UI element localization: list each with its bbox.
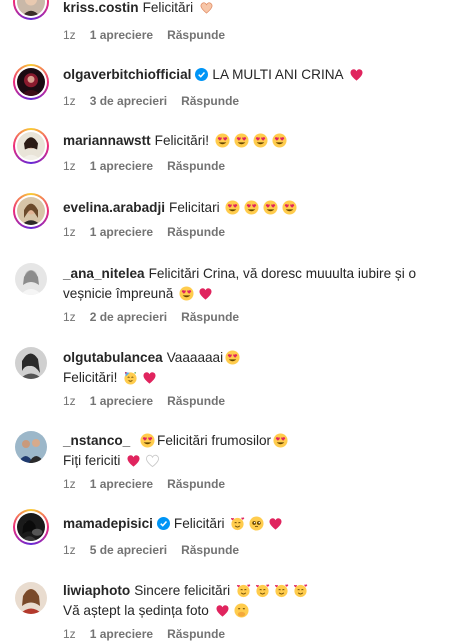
heart-hands-icon (199, 0, 214, 15)
red-heart-icon (126, 453, 141, 468)
heart-eyes-icon (140, 433, 155, 448)
comment-time[interactable]: 1z (63, 394, 76, 408)
likes-count[interactable]: 1 apreciere (90, 225, 153, 239)
comment-text-line-2: Fiți fericiti (63, 453, 121, 468)
comment-time[interactable]: 1z (63, 28, 76, 42)
avatar[interactable] (13, 193, 49, 229)
red-heart-icon (349, 67, 364, 82)
comment-text: LA MULTI ANI CRINA (212, 67, 343, 82)
likes-count[interactable]: 1 apreciere (90, 28, 153, 42)
comment-time[interactable]: 1z (63, 477, 76, 491)
smiling-face-with-hearts-icon (236, 583, 251, 598)
likes-count[interactable]: 5 de aprecieri (90, 543, 167, 557)
avatar[interactable] (13, 64, 49, 100)
comment-meta: 1z 1 apreciere Răspunde (63, 393, 239, 409)
username[interactable]: _nstanco_ (63, 433, 130, 448)
likes-count[interactable]: 1 apreciere (90, 159, 153, 173)
comment-text: Felicitări (173, 516, 225, 531)
comment-meta: 1z 1 apreciere Răspunde (63, 626, 239, 642)
comment-meta: 1z 2 de aprecieri Răspunde (63, 309, 253, 325)
comment-text: Vaaaaaai (166, 350, 224, 365)
likes-count[interactable]: 2 de aprecieri (90, 310, 167, 324)
smiling-face-with-hearts-icon (255, 583, 270, 598)
likes-count[interactable]: 1 apreciere (90, 477, 153, 491)
heart-eyes-icon (215, 133, 230, 148)
heart-eyes-icon (225, 200, 240, 215)
comment-text: Sincere felicitări (134, 583, 231, 598)
verified-badge-icon (195, 67, 209, 81)
avatar[interactable] (13, 429, 49, 465)
reply-button[interactable]: Răspunde (167, 627, 225, 641)
comment-text-line-2: Vă aștept la ședința foto (63, 603, 209, 618)
likes-count[interactable]: 3 de aprecieri (90, 94, 167, 108)
comment-text-line-2: veșnicie împreună (63, 286, 174, 301)
comment-time[interactable]: 1z (63, 627, 76, 641)
reply-button[interactable]: Răspunde (181, 94, 239, 108)
username[interactable]: mamadepisici (63, 516, 153, 531)
username[interactable]: evelina.arabadji (63, 200, 165, 215)
comment-time[interactable]: 1z (63, 225, 76, 239)
comment-text: Felicitări Crina, vă doresc muuulta iubi… (148, 266, 417, 281)
comment-meta: 1z 1 apreciere Răspunde (63, 27, 239, 43)
heart-eyes-icon (179, 286, 194, 301)
smiling-face-with-hearts-icon (274, 583, 289, 598)
comment-text: Felicitări frumosilor (157, 433, 272, 448)
comment-text-line-2: Felicitări! (63, 370, 118, 385)
reply-button[interactable]: Răspunde (181, 543, 239, 557)
red-heart-icon (268, 516, 283, 531)
comment-time[interactable]: 1z (63, 543, 76, 557)
username[interactable]: olgaverbitchiofficial (63, 67, 191, 82)
comment-time[interactable]: 1z (63, 310, 76, 324)
red-heart-icon (198, 286, 213, 301)
comment-meta: 1z 3 de aprecieri Răspunde (63, 93, 253, 109)
heart-eyes-icon (282, 200, 297, 215)
username[interactable]: mariannawstt (63, 133, 151, 148)
comment-text: Felicitări (142, 0, 194, 15)
avatar[interactable] (13, 509, 49, 545)
avatar[interactable] (13, 580, 49, 616)
avatar[interactable] (13, 261, 49, 297)
party-face-icon (123, 370, 138, 385)
comment-time[interactable]: 1z (63, 159, 76, 173)
reply-button[interactable]: Răspunde (167, 159, 225, 173)
face-with-hand-over-mouth-icon (234, 603, 249, 618)
avatar[interactable] (13, 0, 49, 20)
comment-text: Felicitari (169, 200, 220, 215)
username[interactable]: liwiaphoto (63, 583, 130, 598)
username[interactable]: kriss.costin (63, 0, 139, 15)
red-heart-icon (142, 370, 157, 385)
comment-meta: 1z 5 de aprecieri Răspunde (63, 542, 253, 558)
avatar[interactable] (13, 128, 49, 164)
heart-eyes-icon (234, 133, 249, 148)
likes-count[interactable]: 1 apreciere (90, 394, 153, 408)
white-heart-icon (145, 453, 160, 468)
reply-button[interactable]: Răspunde (167, 394, 225, 408)
heart-eyes-icon (253, 133, 268, 148)
heart-eyes-icon (225, 350, 240, 365)
avatar[interactable] (13, 345, 49, 381)
reply-button[interactable]: Răspunde (167, 28, 225, 42)
smiling-face-with-hearts-icon (293, 583, 308, 598)
heart-eyes-icon (263, 200, 278, 215)
red-heart-icon (215, 603, 230, 618)
heart-eyes-icon (273, 433, 288, 448)
username[interactable]: _ana_nitelea (63, 266, 145, 281)
username[interactable]: olgutabulancea (63, 350, 163, 365)
pleading-face-icon (249, 516, 264, 531)
reply-button[interactable]: Răspunde (167, 225, 225, 239)
likes-count[interactable]: 1 apreciere (90, 627, 153, 641)
reply-button[interactable]: Răspunde (181, 310, 239, 324)
verified-badge-icon (156, 516, 170, 530)
heart-eyes-icon (244, 200, 259, 215)
comment-text: Felicitări! (154, 133, 210, 148)
comment-time[interactable]: 1z (63, 94, 76, 108)
reply-button[interactable]: Răspunde (167, 477, 225, 491)
comment-meta: 1z 1 apreciere Răspunde (63, 158, 239, 174)
comment-meta: 1z 1 apreciere Răspunde (63, 224, 239, 240)
heart-eyes-icon (272, 133, 287, 148)
comment-meta: 1z 1 apreciere Răspunde (63, 476, 239, 492)
smiling-face-with-hearts-icon (230, 516, 245, 531)
